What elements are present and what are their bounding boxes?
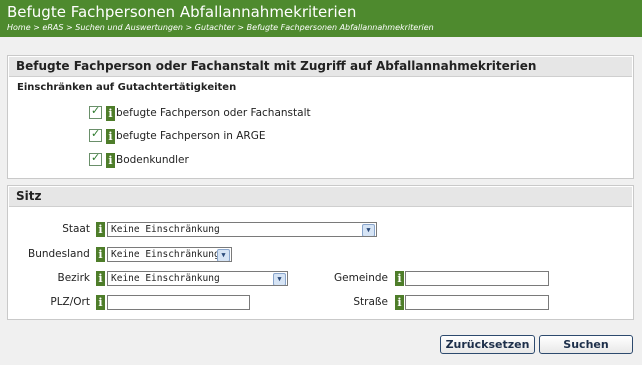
info-icon[interactable]: i xyxy=(395,271,404,286)
bezirk-select[interactable]: Keine Einschränkung ▼ xyxy=(107,271,288,286)
strasse-label: Straße xyxy=(353,296,388,308)
location-panel: Sitz Staat i Keine Einschränkung ▼ Bunde… xyxy=(7,185,634,320)
info-icon[interactable]: i xyxy=(106,153,115,168)
info-icon[interactable]: i xyxy=(96,247,105,262)
bezirk-select-value: Keine Einschränkung xyxy=(111,273,220,284)
info-icon[interactable]: i xyxy=(96,271,105,286)
info-icon[interactable]: i xyxy=(106,129,115,144)
reset-button[interactable]: Zurücksetzen xyxy=(440,335,535,354)
option-arge-label: befugte Fachperson in ARGE xyxy=(116,130,266,142)
staat-select[interactable]: Keine Einschränkung ▼ xyxy=(107,222,377,237)
option-bodenkundler-label: Bodenkundler xyxy=(116,154,189,166)
info-icon[interactable]: i xyxy=(395,295,404,310)
gemeinde-label: Gemeinde xyxy=(334,272,388,284)
plzort-input[interactable] xyxy=(107,295,250,310)
bundesland-label: Bundesland xyxy=(28,248,90,260)
bundesland-select-value: Keine Einschränkung xyxy=(111,249,220,260)
activities-panel-header: Befugte Fachperson oder Fachanstalt mit … xyxy=(9,57,632,77)
bezirk-label: Bezirk xyxy=(57,272,91,284)
option-fachperson-label: befugte Fachperson oder Fachanstalt xyxy=(116,107,311,119)
checkbox-bodenkundler[interactable] xyxy=(89,151,102,166)
info-icon[interactable]: i xyxy=(96,222,105,237)
plzort-label: PLZ/Ort xyxy=(50,296,90,308)
activities-panel: Befugte Fachperson oder Fachanstalt mit … xyxy=(7,55,634,179)
strasse-input[interactable] xyxy=(405,295,549,310)
chevron-down-icon: ▼ xyxy=(273,273,286,285)
search-button[interactable]: Suchen xyxy=(539,335,633,354)
page-title: Befugte Fachpersonen Abfallannahmekriter… xyxy=(7,3,357,21)
location-panel-title: Sitz xyxy=(16,189,42,203)
info-icon[interactable]: i xyxy=(96,295,105,310)
page-header: Befugte Fachpersonen Abfallannahmekriter… xyxy=(0,0,642,37)
bundesland-select[interactable]: Keine Einschränkung ▼ xyxy=(107,247,232,262)
gemeinde-input[interactable] xyxy=(405,271,549,286)
checkbox-arge[interactable] xyxy=(89,127,102,142)
checkbox-fachperson[interactable] xyxy=(89,104,102,119)
info-icon[interactable]: i xyxy=(106,106,115,121)
activities-subheading: Einschränken auf Gutachtertätigkeiten xyxy=(17,82,237,93)
chevron-down-icon: ▼ xyxy=(217,249,230,261)
activities-panel-title: Befugte Fachperson oder Fachanstalt mit … xyxy=(16,59,537,73)
breadcrumb: Home > eRAS > Suchen und Auswertungen > … xyxy=(7,23,434,32)
staat-label: Staat xyxy=(62,223,90,235)
chevron-down-icon: ▼ xyxy=(362,224,375,236)
location-panel-header: Sitz xyxy=(9,187,632,207)
staat-select-value: Keine Einschränkung xyxy=(111,224,220,235)
